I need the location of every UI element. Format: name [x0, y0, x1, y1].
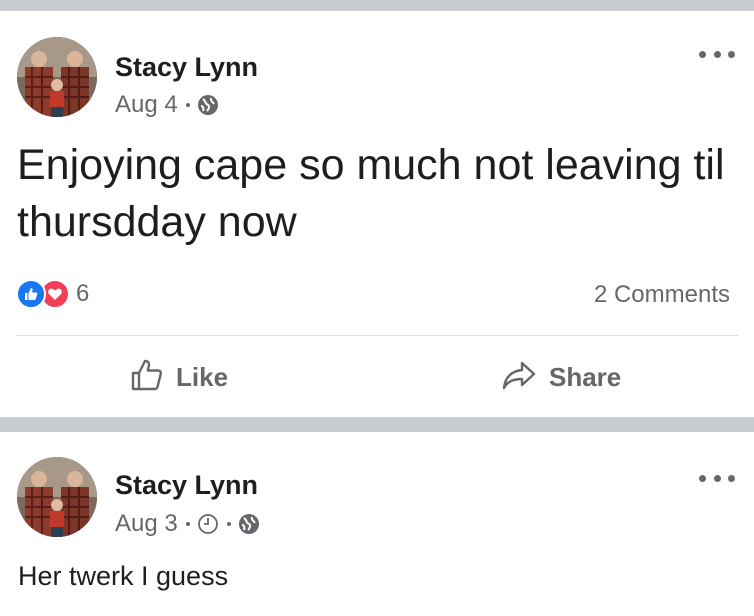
like-reaction-icon — [16, 279, 46, 309]
meta-separator-dot — [185, 103, 190, 107]
more-options-icon[interactable] — [699, 48, 735, 60]
avatar[interactable] — [17, 457, 97, 537]
post-meta: Aug 3 — [115, 510, 260, 538]
author-name[interactable]: Stacy Lynn — [115, 470, 258, 501]
meta-separator-dot — [185, 522, 190, 526]
post-text: Her twerk I guess — [18, 561, 229, 591]
post-meta: Aug 4 — [115, 91, 219, 119]
divider — [16, 335, 738, 336]
author-name[interactable]: Stacy Lynn — [115, 52, 258, 83]
globe-icon — [238, 513, 260, 535]
share-button[interactable]: Share — [501, 356, 621, 398]
more-options-icon[interactable] — [699, 472, 735, 484]
like-label: Like — [176, 361, 229, 392]
reaction-count: 6 — [76, 280, 90, 307]
reactions-summary[interactable]: 6 — [16, 279, 89, 309]
comments-count[interactable]: 2 Comments — [594, 281, 730, 309]
thumbs-up-icon — [130, 358, 164, 397]
post-date[interactable]: Aug 3 — [115, 510, 178, 538]
avatar[interactable] — [17, 37, 97, 117]
post-text: Enjoying cape so much not leaving til th… — [17, 141, 725, 246]
feed-separator — [0, 0, 754, 11]
clock-icon — [197, 513, 219, 535]
meta-separator-dot — [226, 522, 231, 526]
globe-icon — [197, 94, 219, 116]
share-label: Share — [549, 361, 622, 392]
post-date[interactable]: Aug 4 — [115, 91, 178, 119]
share-arrow-icon — [501, 359, 537, 396]
feed-separator — [0, 417, 754, 432]
like-button[interactable]: Like — [130, 356, 228, 398]
